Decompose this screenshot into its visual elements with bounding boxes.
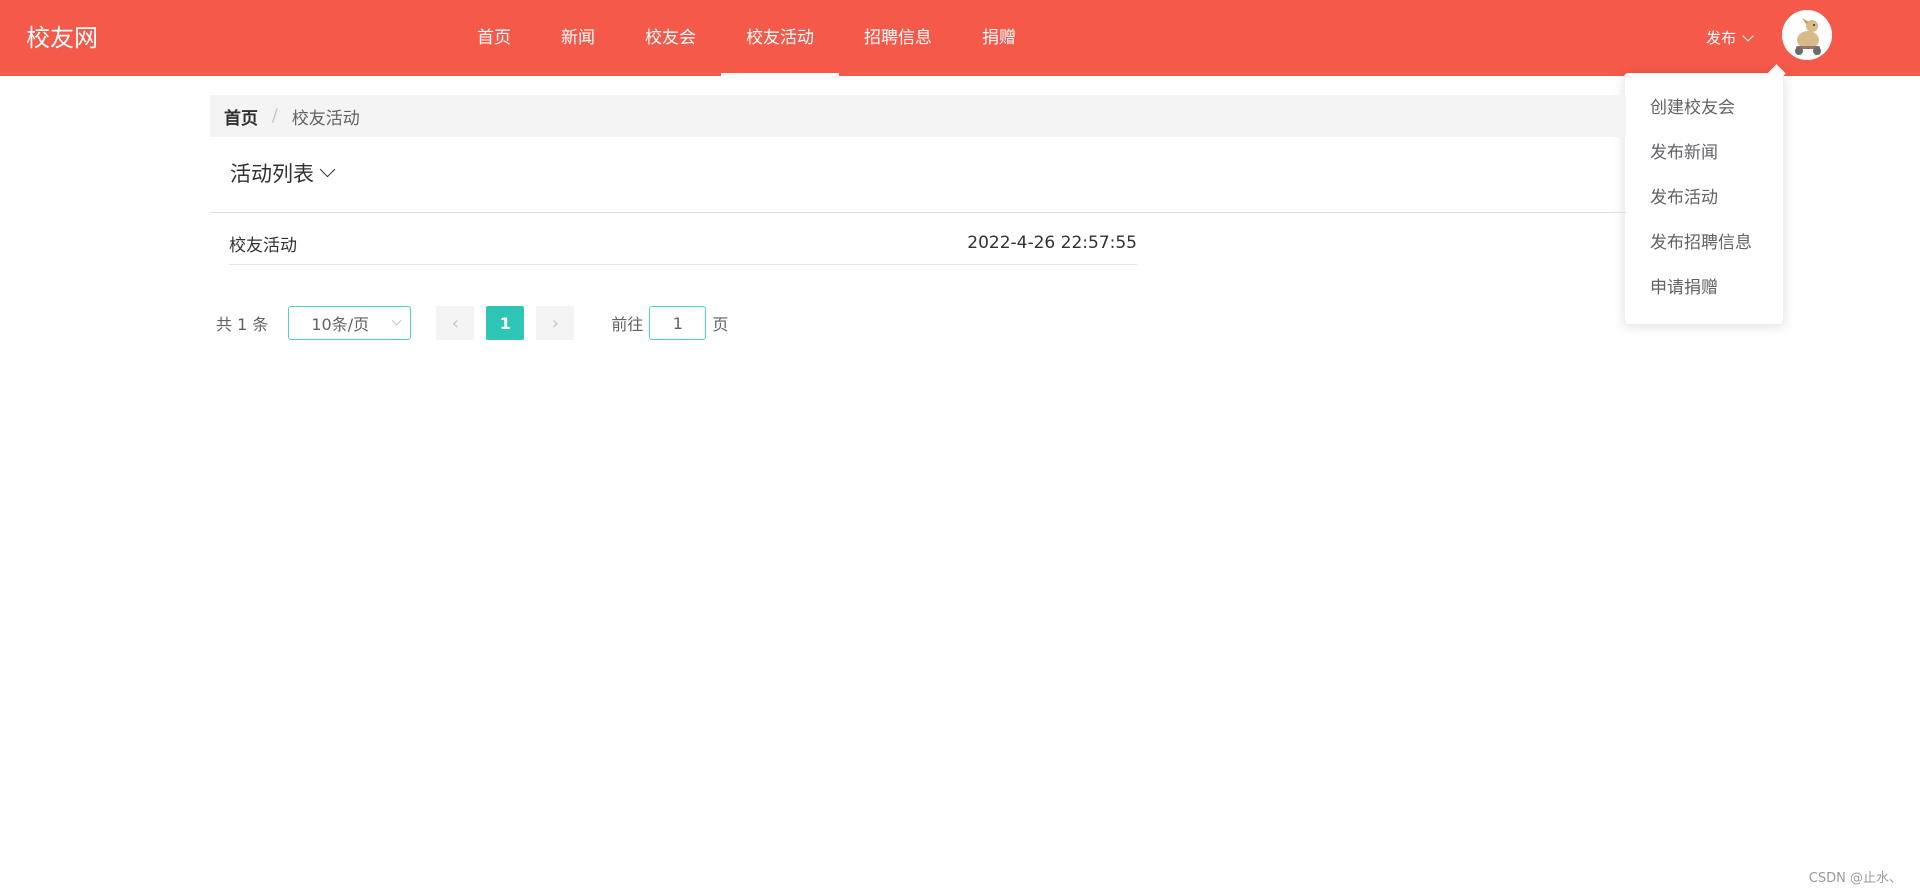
chevron-left-icon: ‹: [451, 312, 459, 334]
list-item-time: 2022-4-26 22:57:55: [967, 233, 1137, 253]
menu-item-create-alumni-association[interactable]: 创建校友会: [1625, 86, 1783, 131]
list-item[interactable]: 校友活动 2022-4-26 22:57:55: [229, 222, 1137, 265]
breadcrumb-current: 校友活动: [291, 108, 360, 129]
page-jumper: 前往 页: [611, 306, 728, 340]
main-nav: 首页 新闻 校友会 校友活动 招聘信息 捐赠: [452, 0, 1041, 76]
top-header: 校友网 首页 新闻 校友会 校友活动 招聘信息 捐赠 发布: [0, 0, 1920, 76]
goto-page-input[interactable]: [649, 306, 707, 340]
section-title: 活动列表: [230, 162, 314, 186]
chevron-down-icon: [1742, 29, 1754, 42]
chevron-right-icon: ›: [551, 312, 559, 334]
page-size-select[interactable]: 10条/页: [288, 306, 412, 340]
publish-label: 发布: [1706, 29, 1737, 47]
nav-item-donation[interactable]: 捐赠: [957, 0, 1041, 76]
pagination-total: 共 1 条: [216, 315, 269, 334]
publish-dropdown-menu: 创建校友会 发布新闻 发布活动 发布招聘信息 申请捐赠: [1624, 73, 1784, 325]
next-page-button[interactable]: ›: [536, 306, 575, 340]
menu-item-publish-job[interactable]: 发布招聘信息: [1625, 221, 1783, 266]
watermark: CSDN @止水、: [1808, 871, 1902, 886]
goto-suffix: 页: [712, 315, 729, 334]
nav-item-alumni-activities[interactable]: 校友活动: [721, 0, 839, 76]
breadcrumb-home-link[interactable]: 首页: [224, 104, 258, 129]
nav-item-alumni-association[interactable]: 校友会: [620, 0, 721, 76]
user-avatar-icon: [1782, 10, 1832, 60]
chevron-down-icon: [319, 161, 336, 177]
goto-prefix: 前往: [611, 315, 644, 334]
breadcrumb: 首页 / 校友活动: [210, 95, 1626, 137]
chevron-down-icon: [391, 315, 402, 326]
page-size-value: 10条/页: [311, 315, 370, 334]
user-avatar[interactable]: [1782, 10, 1832, 60]
section-divider: [210, 212, 1626, 213]
nav-item-news[interactable]: 新闻: [536, 0, 620, 76]
activity-list-toggle[interactable]: 活动列表: [230, 158, 336, 188]
prev-page-button[interactable]: ‹: [436, 306, 475, 340]
nav-item-home[interactable]: 首页: [452, 0, 536, 76]
nav-item-jobs[interactable]: 招聘信息: [839, 0, 957, 76]
pagination: 共 1 条 10条/页 ‹ 1 › 前往 页: [216, 305, 728, 341]
page-number-button[interactable]: 1: [486, 306, 525, 340]
list-item-title: 校友活动: [229, 235, 297, 256]
menu-item-publish-news[interactable]: 发布新闻: [1625, 131, 1783, 176]
breadcrumb-separator: /: [272, 106, 278, 126]
menu-item-publish-activity[interactable]: 发布活动: [1625, 176, 1783, 221]
publish-menu-trigger[interactable]: 发布: [1706, 24, 1754, 52]
menu-item-apply-donation[interactable]: 申请捐赠: [1625, 266, 1783, 311]
site-logo-text[interactable]: 校友网: [26, 20, 98, 56]
